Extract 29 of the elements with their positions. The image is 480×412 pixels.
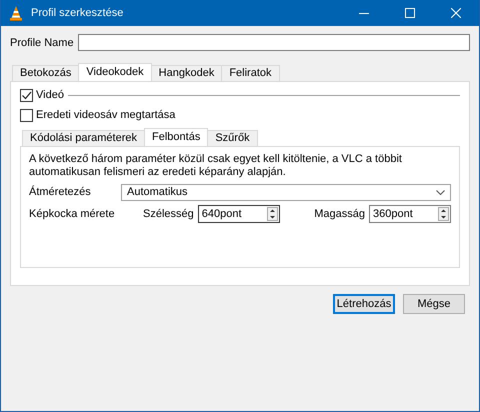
tab[interactable]: Hangkodek <box>150 65 222 81</box>
field-label: Átméretezés <box>29 186 92 198</box>
chevron-down-icon <box>436 190 445 194</box>
field-label: Profile Name <box>10 36 74 48</box>
dialog-button[interactable]: Létrehozás <box>333 294 395 314</box>
video-checkbox[interactable] <box>20 88 33 102</box>
tab[interactable]: Feliratok <box>221 65 280 81</box>
profile-name-field[interactable] <box>78 34 470 51</box>
spin-arrows-icon <box>266 207 278 221</box>
tab[interactable]: Videokodek <box>78 63 152 81</box>
close-icon <box>451 8 461 18</box>
height-spinbox[interactable]: 360pont <box>369 205 451 223</box>
dialog-button[interactable]: Mégse <box>403 294 465 314</box>
field-label: Magasság <box>314 208 365 220</box>
field-label: Képkocka mérete <box>29 208 116 220</box>
resize-dropdown[interactable]: Automatikus <box>121 184 451 200</box>
field-label: Szélesség <box>143 208 194 220</box>
keep-original-checkbox[interactable] <box>20 108 33 122</box>
cone-icon <box>9 5 23 21</box>
tab[interactable]: Szűrők <box>207 130 258 146</box>
checkbox-label: Videó <box>36 89 64 101</box>
window-title: Profil szerkesztése <box>31 7 124 19</box>
checkbox-label: Eredeti videosáv megtartása <box>36 109 176 121</box>
tab[interactable]: Kódolási paraméterek <box>22 130 146 146</box>
spin-arrows-icon <box>438 207 449 221</box>
maximize-icon <box>405 8 415 18</box>
tab[interactable]: Betokozás <box>12 65 80 81</box>
width-spinbox[interactable]: 640pont <box>198 205 280 223</box>
hint-text: A következő három paraméter közül csak egyet kell kitöltenie, a VLC a többit automatikusan felismeri az eredeti képarány alapján. <box>29 153 403 179</box>
